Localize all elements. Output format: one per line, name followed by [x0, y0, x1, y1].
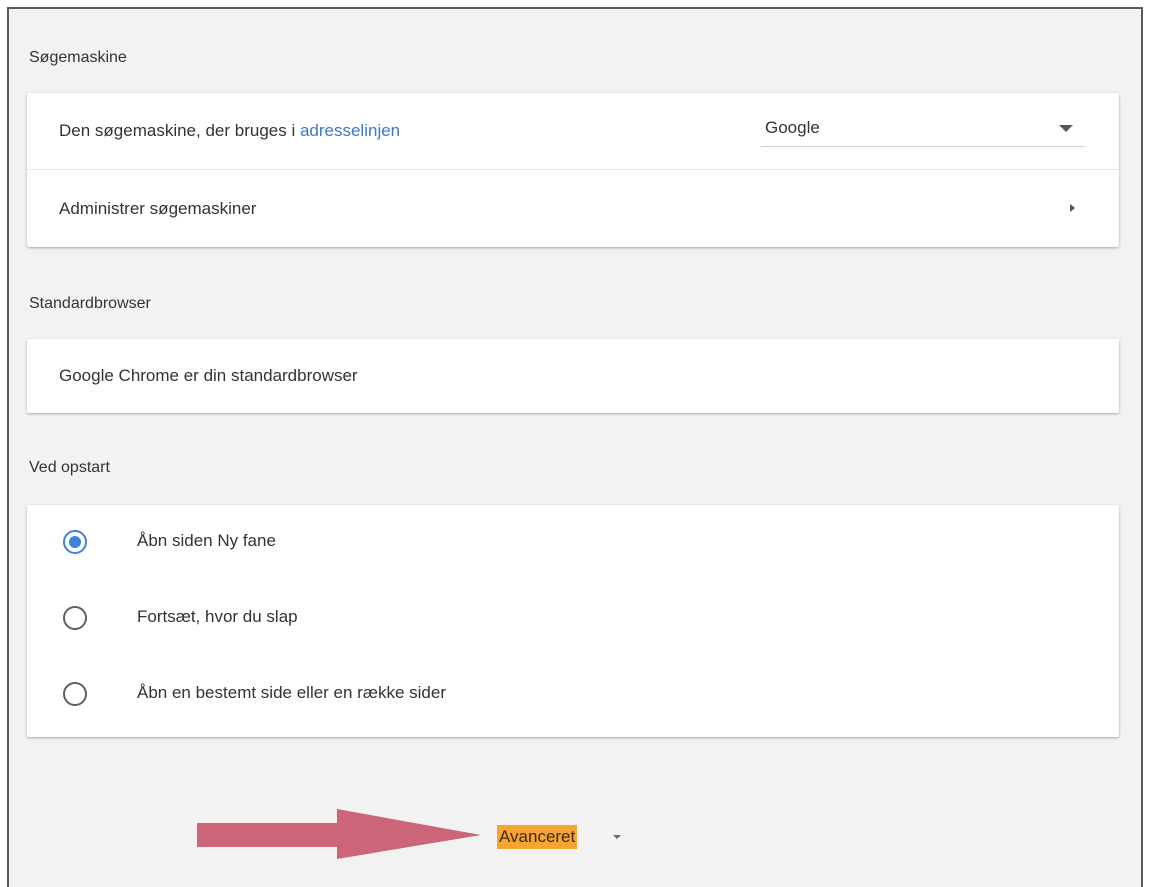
default-browser-card: Google Chrome er din standardbrowser — [27, 339, 1119, 413]
chevron-down-icon — [1059, 125, 1073, 132]
startup-option-specific-pages[interactable]: Åbn en bestemt side eller en række sider — [27, 674, 1119, 714]
settings-panel: Søgemaskine Den søgemaskine, der bruges … — [7, 7, 1143, 887]
arrow-right-icon — [197, 809, 481, 859]
manage-search-engines-label: Administrer søgemaskiner — [59, 198, 257, 218]
startup-option-label: Fortsæt, hvor du slap — [137, 607, 298, 626]
radio-unchecked-icon[interactable] — [63, 682, 87, 706]
on-startup-section-title: Ved opstart — [29, 459, 110, 476]
search-engine-card: Den søgemaskine, der bruges i adresselin… — [27, 93, 1119, 247]
search-engine-row: Den søgemaskine, der bruges i adresselin… — [27, 93, 1119, 169]
search-engine-select[interactable]: Google — [761, 113, 1085, 147]
advanced-button[interactable]: Avanceret — [497, 823, 622, 851]
search-engine-selected-value: Google — [765, 118, 820, 137]
startup-option-label: Åbn siden Ny fane — [137, 531, 276, 550]
default-browser-row: Google Chrome er din standardbrowser — [27, 339, 1119, 413]
default-browser-section-title: Standardbrowser — [29, 295, 151, 312]
chevron-right-icon — [1070, 204, 1075, 212]
on-startup-card: Åbn siden Ny fane Fortsæt, hvor du slap … — [27, 505, 1119, 737]
startup-option-label: Åbn en bestemt side eller en række sider — [137, 683, 446, 702]
radio-unchecked-icon[interactable] — [63, 606, 87, 630]
chevron-down-icon — [613, 835, 622, 839]
default-browser-status: Google Chrome er din standardbrowser — [59, 366, 358, 385]
advanced-label: Avanceret — [497, 825, 578, 849]
address-bar-link[interactable]: adresselinjen — [300, 121, 400, 141]
search-engine-description: Den søgemaskine, der bruges i — [59, 121, 300, 140]
search-engine-section-title: Søgemaskine — [29, 49, 127, 66]
startup-option-continue[interactable]: Fortsæt, hvor du slap — [27, 598, 1119, 638]
startup-option-new-tab[interactable]: Åbn siden Ny fane — [27, 522, 1119, 562]
radio-checked-icon[interactable] — [63, 530, 87, 554]
manage-search-engines-row[interactable]: Administrer søgemaskiner — [27, 169, 1119, 247]
